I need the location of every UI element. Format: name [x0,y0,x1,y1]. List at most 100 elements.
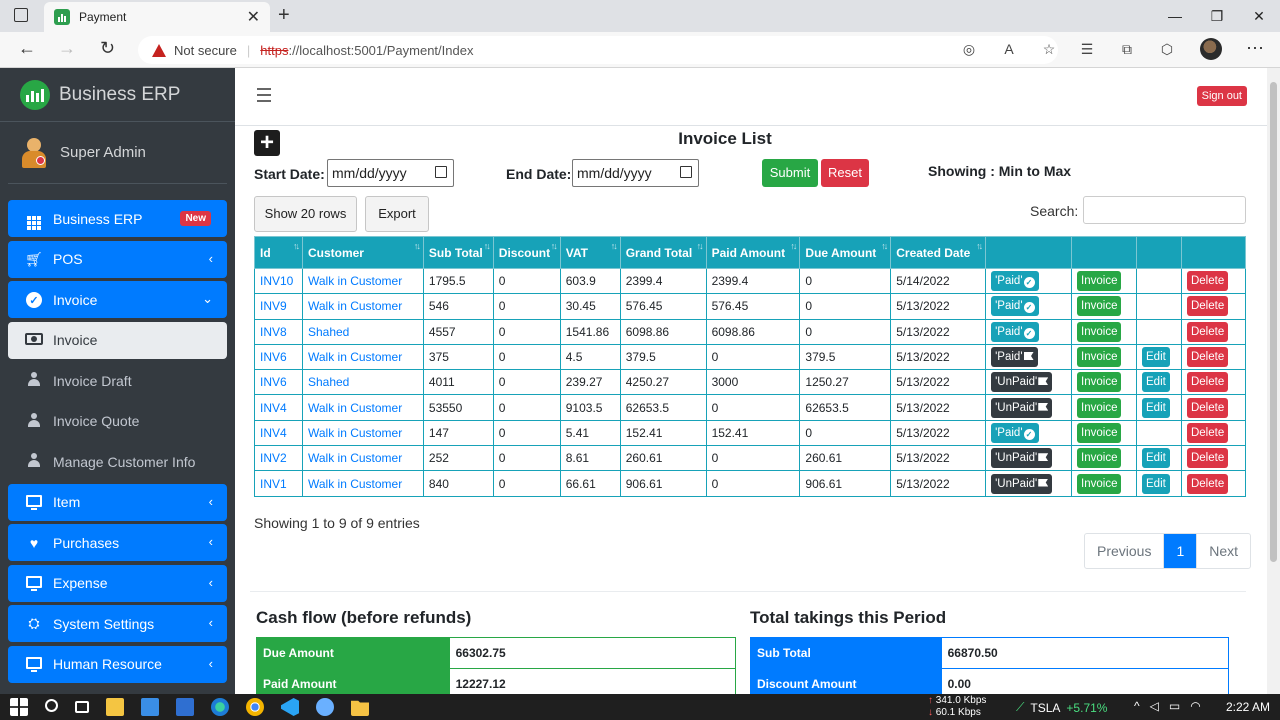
invoice-button[interactable]: Invoice [1077,422,1122,443]
invoice-id-link[interactable]: INV6 [254,343,303,371]
invoice-button[interactable]: Invoice [1077,448,1122,469]
more-menu-icon[interactable]: ⋯ [1246,38,1264,59]
location-icon[interactable]: ◎ [960,41,978,59]
customer-link[interactable]: Shahed [301,369,424,396]
invoice-button[interactable]: Invoice [1077,321,1122,342]
invoice-id-link[interactable]: INV4 [254,419,303,447]
back-icon[interactable]: ← [18,38,36,59]
customer-link[interactable]: Walk in Customer [301,267,424,295]
start-date-input[interactable]: mm/dd/yyyy [327,159,454,187]
invoice-id-link[interactable]: INV1 [254,470,303,497]
sign-out-button[interactable]: Sign out [1196,86,1247,106]
edit-button[interactable]: Edit [1142,397,1170,418]
th-grand-total[interactable]: Grand Total ↑↓ [619,236,707,269]
next-page-button[interactable]: Next [1197,534,1250,568]
task-view-icon[interactable] [75,701,89,713]
status-badge[interactable]: 'Paid' ✓ [991,321,1039,342]
volume-icon[interactable]: ◁ [1150,699,1159,713]
invoice-button[interactable]: Invoice [1077,372,1122,393]
th-due-amount[interactable]: Due Amount ↑↓ [799,236,892,269]
menu-toggle-icon[interactable] [257,88,271,106]
th-created-date[interactable]: Created Date ↑↓ [890,236,987,269]
status-badge[interactable]: 'UnPaid' [991,397,1053,418]
delete-button[interactable]: Delete [1186,296,1229,317]
export-button[interactable]: Export [365,196,429,232]
windows-start-icon[interactable] [10,698,28,716]
customer-link[interactable]: Walk in Customer [301,445,424,472]
edit-button[interactable]: Edit [1142,448,1170,469]
edit-button[interactable]: Edit [1142,347,1170,368]
new-tab-icon[interactable]: + [278,4,290,27]
reset-button[interactable]: Reset [821,159,869,187]
th-discount[interactable]: Discount ↑↓ [492,236,561,269]
customer-link[interactable]: Walk in Customer [301,470,424,497]
sidebar-item-purchases[interactable]: ♥ Purchases ‹ [8,524,227,561]
scrollbar-thumb[interactable] [1270,82,1277,562]
status-badge[interactable]: 'Paid' ✓ [991,422,1039,443]
th-vat[interactable]: VAT ↑↓ [559,236,621,269]
read-aloud-icon[interactable]: A [1000,41,1018,59]
close-window-icon[interactable]: ✕ [1238,0,1280,32]
invoice-id-link[interactable]: INV9 [254,293,303,320]
th-customer[interactable]: Customer ↑↓ [301,236,424,269]
sidebar-item-system-settings[interactable]: ⛭ System Settings ‹ [8,605,227,642]
customer-link[interactable]: Walk in Customer [301,343,424,371]
invoice-id-link[interactable]: INV2 [254,445,303,472]
file-explorer-icon[interactable] [351,700,369,716]
favorite-add-icon[interactable]: ☆ [1040,41,1058,59]
invoice-button[interactable]: Invoice [1077,296,1122,317]
customer-link[interactable]: Shahed [301,318,424,345]
th-paid-amount[interactable]: Paid Amount ↑↓ [705,236,801,269]
extensions-icon[interactable]: ⬡ [1158,41,1176,59]
delete-button[interactable]: Delete [1186,372,1229,393]
sidebar-item-invoice[interactable]: ✓ Invoice ⌄ [8,281,227,318]
page-scrollbar[interactable] [1267,68,1280,694]
search-icon[interactable] [45,699,58,712]
status-badge[interactable]: 'Paid' ✓ [991,296,1039,317]
th-id[interactable]: Id ↑↓ [254,236,303,269]
remote-app-icon[interactable] [176,698,194,716]
previous-page-button[interactable]: Previous [1085,534,1165,568]
th-sub-total[interactable]: Sub Total ↑↓ [422,236,494,269]
browser-tab[interactable]: Payment ✕ [44,2,270,32]
delete-button[interactable]: Delete [1186,473,1229,494]
delete-button[interactable]: Delete [1186,271,1229,292]
sidebar-item-expense[interactable]: Expense ‹ [8,564,227,602]
add-invoice-button[interactable]: + [254,130,280,156]
invoice-button[interactable]: Invoice [1077,397,1122,418]
notes-app-icon[interactable] [106,698,124,716]
sidebar-item-invoice-sub[interactable]: Invoice [8,321,227,359]
sidebar-item-invoice-draft[interactable]: Invoice Draft [8,362,227,399]
customer-link[interactable]: Walk in Customer [301,293,424,320]
status-badge[interactable]: 'UnPaid' [991,448,1053,469]
profile-avatar[interactable] [1200,38,1222,60]
collections-icon[interactable]: ⧉ [1118,41,1136,59]
delete-button[interactable]: Delete [1186,321,1229,342]
brand[interactable]: Business ERP [0,68,235,122]
chrome-icon[interactable] [246,698,264,716]
customer-link[interactable]: Walk in Customer [301,394,424,421]
edit-button[interactable]: Edit [1142,473,1170,494]
tab-actions-icon[interactable] [14,8,28,22]
delete-button[interactable]: Delete [1186,397,1229,418]
chevron-up-icon[interactable]: ^ [1134,699,1140,713]
battery-icon[interactable]: ▭ [1169,699,1180,713]
edit-button[interactable]: Edit [1142,372,1170,393]
settings-app-icon[interactable] [316,698,334,716]
sidebar-item-human-resource[interactable]: Human Resource ‹ [8,645,227,683]
edge-icon[interactable] [211,698,229,716]
invoice-button[interactable]: Invoice [1077,347,1122,368]
status-badge[interactable]: 'UnPaid' [991,473,1053,494]
sidebar-item-invoice-quote[interactable]: Invoice Quote [8,403,227,440]
refresh-icon[interactable]: ↻ [100,38,115,59]
maximize-icon[interactable]: ❐ [1196,0,1238,32]
status-badge[interactable]: 'Paid' ✓ [991,271,1039,292]
search-input[interactable] [1083,196,1246,224]
end-date-input[interactable]: mm/dd/yyyy [572,159,699,187]
calendar-icon[interactable] [435,166,447,178]
minimize-icon[interactable]: — [1154,0,1196,32]
clock[interactable]: 2:22 AM [1226,700,1270,714]
invoice-button[interactable]: Invoice [1077,271,1122,292]
forward-icon[interactable]: → [58,38,76,59]
sidebar-item-manage-customer[interactable]: Manage Customer Info [8,443,227,480]
